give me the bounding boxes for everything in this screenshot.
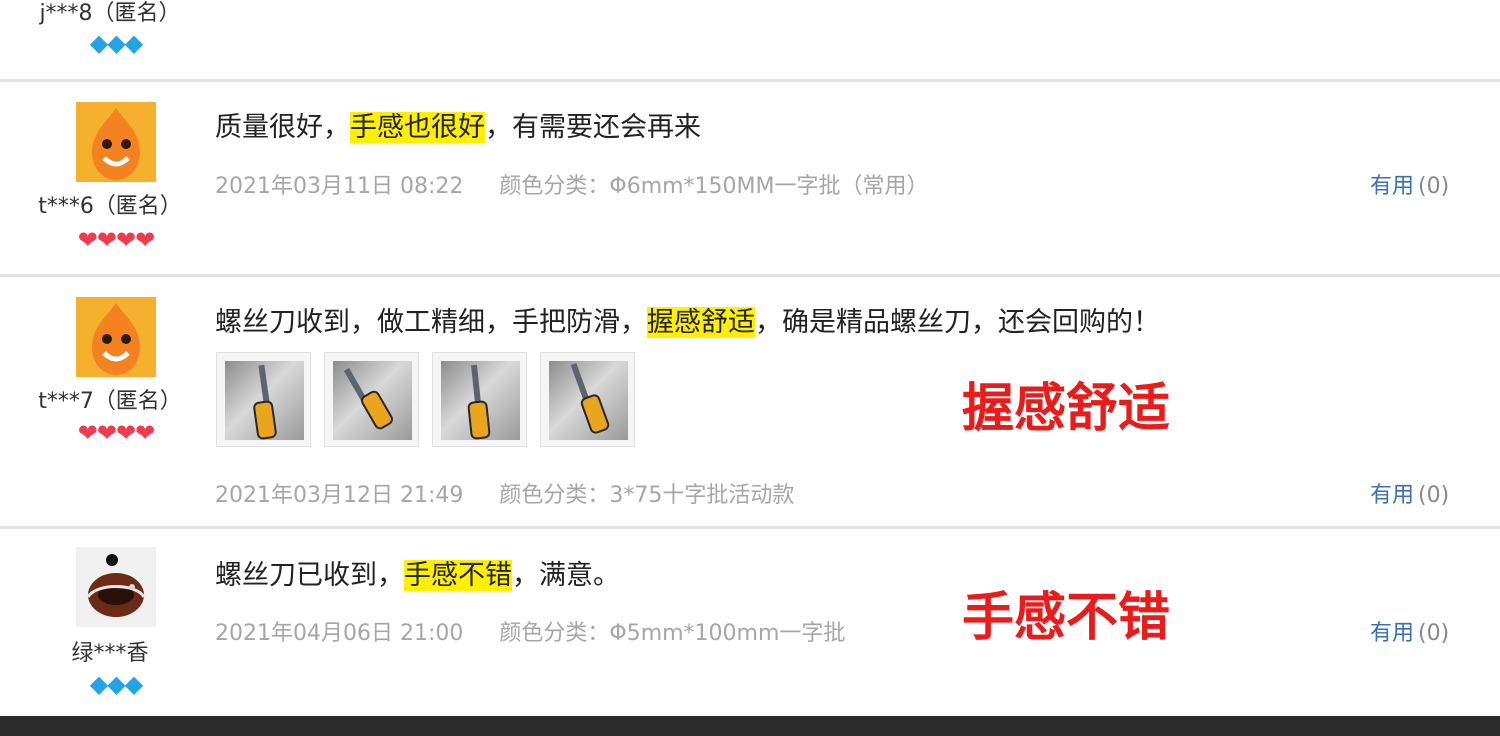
reviewer-level-diamonds: ◆◆◆ [60,672,172,696]
reviewer-name: 绿***香 [71,641,149,666]
review-meta: 2021年03月11日 08:22 颜色分类：Φ6mm*150MM一字批（常用） [215,168,929,200]
heart-icon: ❤ [135,419,155,447]
comment-text: ，确是精品螺丝刀，还会回购的！ [755,307,1160,338]
screwdriver-photo [225,361,304,440]
review-comment: 螺丝刀收到，做工精细，手把防滑，握感舒适，确是精品螺丝刀，还会回购的！ [215,300,1160,339]
diamond-icon: ◆ [107,670,125,698]
comment-highlight: 握感舒适 [647,307,755,338]
useful-button[interactable]: 有用 (0) [1370,477,1449,509]
mascot-avatar-icon [76,102,156,182]
useful-button[interactable]: 有用 (0) [1370,168,1449,200]
reviewer-name: t***6（匿名） [38,194,182,219]
screwdriver-photo [441,361,520,440]
review-sku: 颜色分类：Φ6mm*150MM一字批（常用） [499,174,929,199]
useful-count: (0) [1418,483,1450,508]
review-date: 2021年04月06日 21:00 [215,621,464,646]
comment-highlight: 手感不错 [404,560,512,591]
review-date: 2021年03月11日 08:22 [215,174,464,199]
diamond-icon: ◆ [89,29,108,57]
reviewer-name: j***8（匿名） [39,1,181,26]
review-comment: 螺丝刀已收到，手感不错，满意。 [215,553,620,592]
useful-count: (0) [1418,174,1450,199]
heart-icon: ❤ [77,419,98,447]
reviewer-level-hearts: ❤❤❤❤ [60,421,172,445]
heart-icon: ❤ [135,226,155,254]
comment-text: 螺丝刀收到，做工精细，手把防滑， [215,307,647,338]
review-photo-thumbnail[interactable] [324,352,419,447]
diamond-icon: ◆ [124,29,143,57]
comment-highlight: 手感也很好 [350,112,485,143]
avatar[interactable] [76,297,156,377]
useful-button[interactable]: 有用 (0) [1370,615,1449,647]
avatar[interactable] [76,102,156,182]
review-comment: 质量很好，手感也很好，有需要还会再来 [215,105,701,144]
review-sku: 颜色分类：3*75十字批活动款 [499,483,795,508]
avatar[interactable] [76,547,156,627]
callout-label: 握感舒适 [962,379,1171,439]
useful-label[interactable]: 有用 [1370,621,1414,646]
footer-bar [0,716,1500,736]
screwdriver-photo [333,361,412,440]
review-meta: 2021年04月06日 21:00 颜色分类：Φ5mm*100mm一字批 [215,615,845,647]
review-photo-thumbnail[interactable] [540,352,635,447]
review-sku: 颜色分类：Φ5mm*100mm一字批 [499,621,846,646]
reviewer-name: t***7（匿名） [38,389,182,414]
comment-text: ，满意。 [512,560,620,591]
reviewer-level-hearts: ❤❤❤❤ [60,228,172,252]
comment-text: ，有需要还会再来 [485,112,701,143]
screwdriver-photo [549,361,628,440]
review-date: 2021年03月12日 21:49 [215,483,464,508]
reviewer-level-diamonds: ◆◆◆ [60,31,172,55]
review-photo-thumbnail[interactable] [216,352,311,447]
useful-label[interactable]: 有用 [1370,483,1414,508]
heart-icon: ❤ [96,226,117,254]
useful-label[interactable]: 有用 [1370,174,1414,199]
heart-icon: ❤ [116,226,136,254]
comment-text: 质量很好， [215,112,350,143]
teapot-avatar-icon [76,547,156,627]
review-item: t***6（匿名） ❤❤❤❤ 质量很好，手感也很好，有需要还会再来 2021年0… [0,82,1500,277]
review-meta: 2021年03月12日 21:49 颜色分类：3*75十字批活动款 [215,477,794,509]
useful-count: (0) [1418,621,1450,646]
diamond-icon: ◆ [107,29,125,57]
comment-text: 螺丝刀已收到， [215,560,404,591]
heart-icon: ❤ [116,419,136,447]
review-item: 绿***香 ◆◆◆ 螺丝刀已收到，手感不错，满意。 手感不错 2021年04月0… [0,529,1500,716]
heart-icon: ❤ [77,226,98,254]
review-item: j***8（匿名） ◆◆◆ [0,0,1500,82]
diamond-icon: ◆ [89,670,108,698]
callout-label: 手感不错 [962,588,1171,648]
mascot-avatar-icon [76,297,156,377]
review-photo-gallery [216,352,646,452]
review-photo-thumbnail[interactable] [432,352,527,447]
heart-icon: ❤ [96,419,117,447]
diamond-icon: ◆ [124,670,143,698]
